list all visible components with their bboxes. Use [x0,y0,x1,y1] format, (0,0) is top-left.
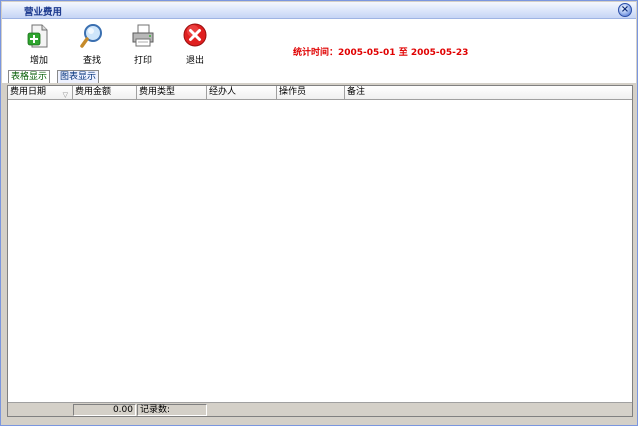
record-count-label: 记录数: [137,404,207,416]
add-button[interactable]: 增加 [21,22,57,66]
column-header-operator[interactable]: 操作员 [277,86,345,100]
grid-header: 费用日期 ▽ 费用金额 费用类型 经办人 操作员 备注 [8,86,632,100]
column-header-date-label: 费用日期 [10,87,47,97]
grid-footer: 0.00 记录数: [8,402,632,416]
exit-label: 退出 [185,56,204,66]
window-close-icon[interactable]: × [618,3,632,17]
find-label: 查找 [82,56,101,66]
find-button[interactable]: 查找 [74,22,110,66]
magnifier-icon [80,24,102,48]
add-label: 增加 [29,56,48,66]
title-bar[interactable]: 营业费用 × [2,2,636,19]
toolbar: 增加 查找 打印 退出 统计时间：2005-05-01 至 2005-05-23 [2,19,636,69]
column-header-amount[interactable]: 费用金额 [73,86,137,100]
tab-chart-view[interactable]: 图表显示 [57,70,100,83]
tab-table-view[interactable]: 表格显示 [8,70,51,83]
exit-button[interactable]: 退出 [177,22,213,66]
column-header-date[interactable]: 费用日期 ▽ [8,86,73,100]
close-circle-icon [183,23,207,47]
view-tabs: 表格显示 图表显示 [2,69,636,83]
total-amount: 0.00 [73,404,136,416]
column-header-handler[interactable]: 经办人 [207,86,277,100]
expense-window: 营业费用 × 增加 查找 打印 退出 统计时间：2005-05-01 至 200… [0,0,638,426]
column-header-remark[interactable]: 备注 [345,86,632,100]
print-button[interactable]: 打印 [125,22,161,66]
stat-period: 统计时间：2005-05-01 至 2005-05-23 [293,48,469,58]
grid-body[interactable] [8,100,632,400]
sort-down-icon[interactable]: ▽ [63,89,68,100]
expense-grid: 费用日期 ▽ 费用金额 费用类型 经办人 操作员 备注 0.00 记录数: [7,85,633,417]
window-title: 营业费用 [24,7,63,18]
document-plus-icon [27,24,48,48]
print-label: 打印 [133,56,152,66]
column-header-type[interactable]: 费用类型 [137,86,207,100]
printer-icon [132,24,154,47]
